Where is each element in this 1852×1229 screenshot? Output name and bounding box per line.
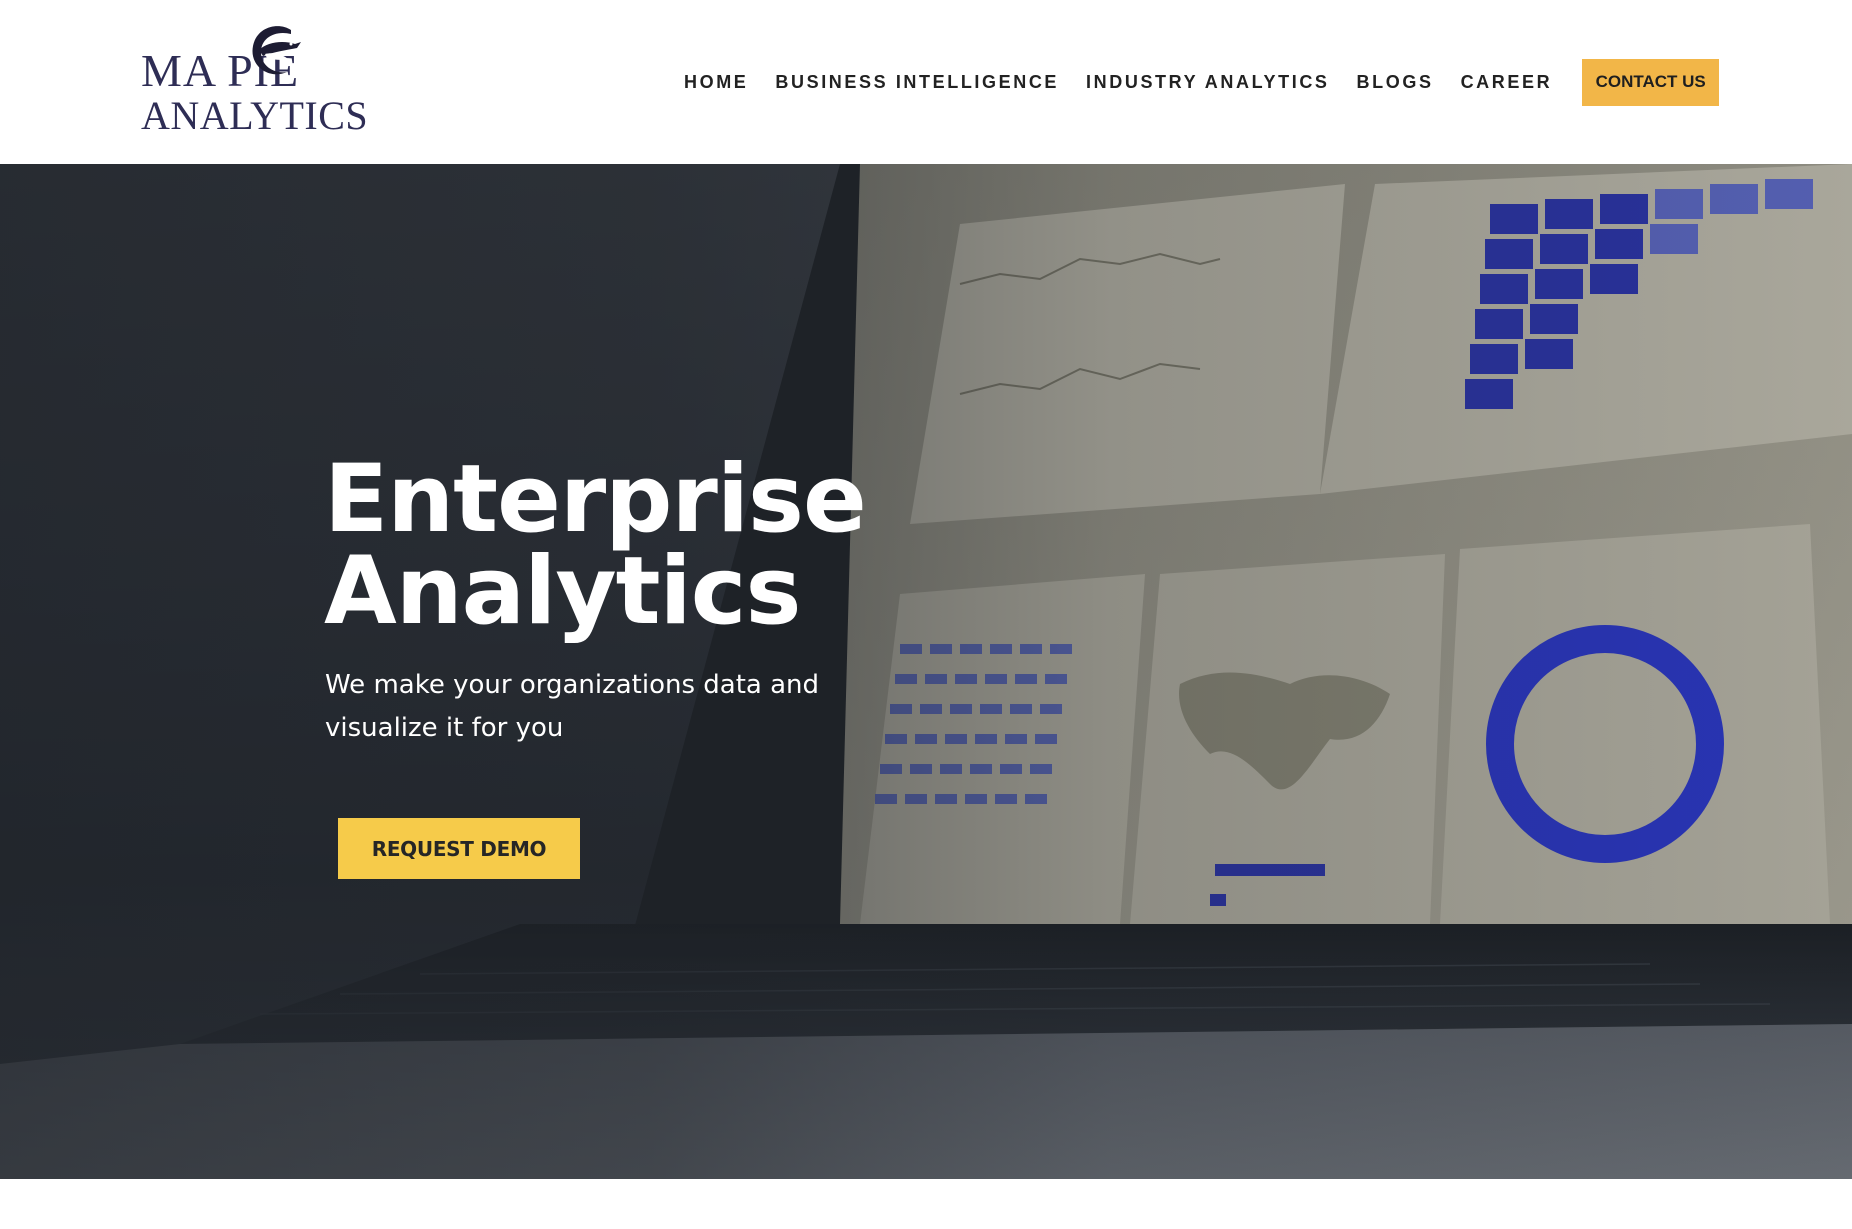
hero-title: Enterprise Analytics <box>324 445 867 646</box>
hero-overlay <box>0 164 1852 1179</box>
main-nav: HOME BUSINESS INTELLIGENCE INDUSTRY ANAL… <box>684 58 1720 106</box>
magpie-bird-icon <box>252 26 301 75</box>
hero-subtitle: We make your organizations data and visu… <box>325 670 820 743</box>
nav-industry-analytics[interactable]: INDUSTRY ANALYTICS <box>1086 72 1330 93</box>
nav-home[interactable]: HOME <box>684 72 748 93</box>
contact-us-button[interactable]: CONTACT US <box>1582 58 1720 106</box>
hero-title-line2: Analytics <box>324 537 801 646</box>
site-header: MA PIE ANALYTICS HOME BUSINESS INTELLIGE… <box>0 0 1852 164</box>
nav-career[interactable]: CAREER <box>1461 72 1553 93</box>
logo-wordmark-bottom: ANALYTICS <box>141 93 369 138</box>
request-demo-button[interactable]: REQUEST DEMO <box>338 818 580 879</box>
nav-blogs[interactable]: BLOGS <box>1357 72 1434 93</box>
hero-section: Enterprise Analytics We make your organi… <box>0 164 1852 1179</box>
hero-title-line1: Enterprise <box>324 445 867 554</box>
nav-business-intelligence[interactable]: BUSINESS INTELLIGENCE <box>775 72 1059 93</box>
magpie-analytics-logo[interactable]: MA PIE ANALYTICS <box>141 20 368 138</box>
